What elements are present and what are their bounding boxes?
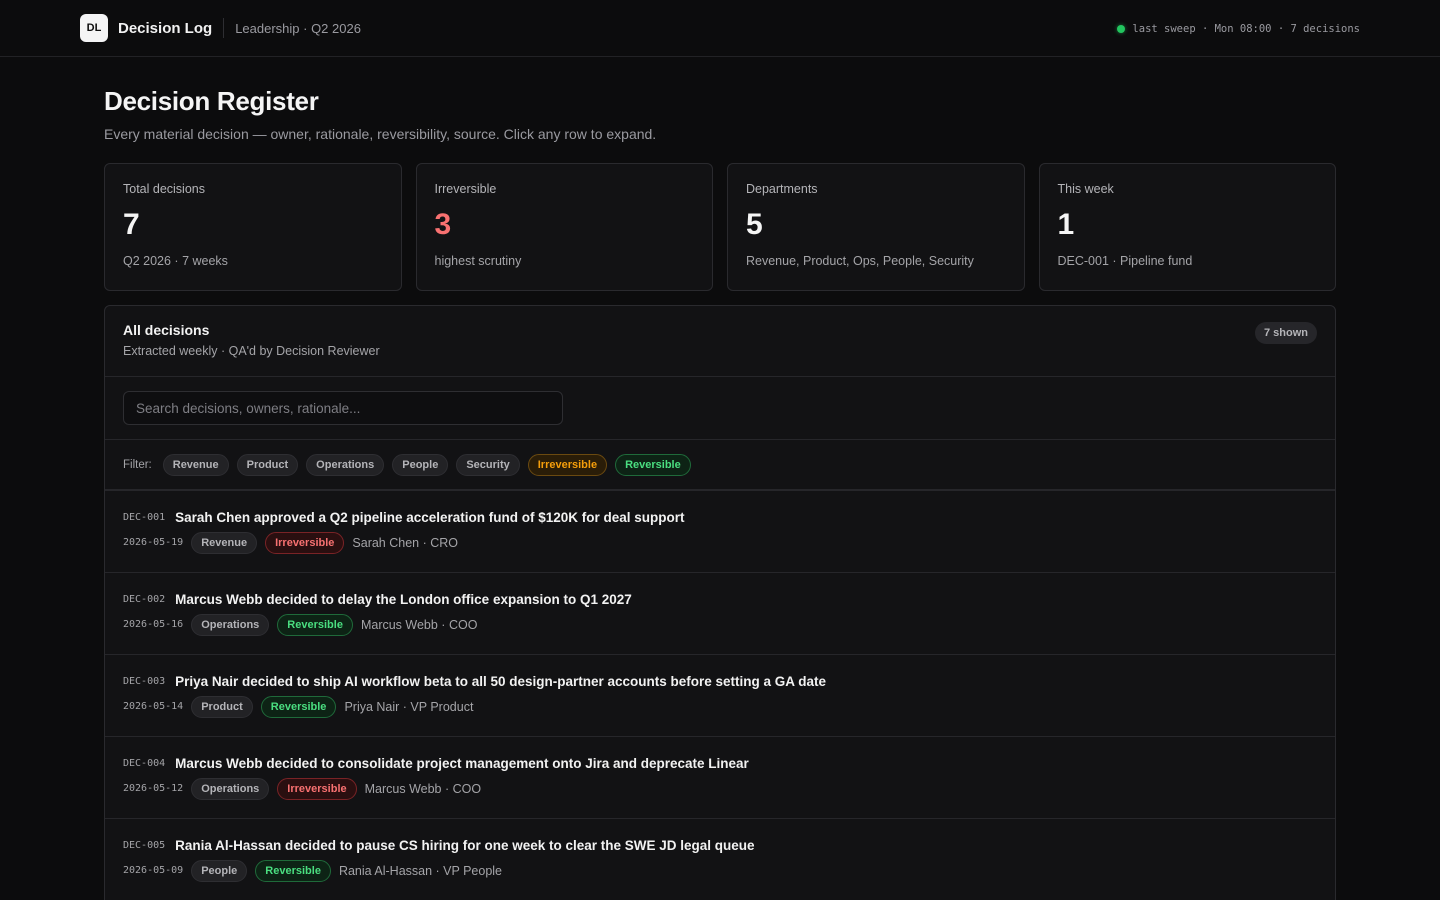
app-logo[interactable]: DL (80, 14, 108, 42)
decision-row[interactable]: DEC-002 Marcus Webb decided to delay the… (105, 573, 1335, 655)
decision-title: Marcus Webb decided to delay the London … (175, 591, 632, 607)
decision-owner: Priya Nair · VP Product (344, 699, 474, 714)
panel-header: All decisions Extracted weekly · QA'd by… (105, 306, 1335, 377)
reversibility-tag: Reversible (277, 613, 353, 636)
stat-label: Total decisions (123, 182, 205, 196)
decision-id: DEC-005 (123, 839, 166, 851)
stat-card-irreversible: Irreversible 3 highest scrutiny (415, 163, 713, 291)
decision-row[interactable]: DEC-001 Sarah Chen approved a Q2 pipelin… (105, 491, 1335, 573)
decision-title: Rania Al-Hassan decided to pause CS hiri… (175, 837, 755, 853)
app-title[interactable]: Decision Log (118, 20, 212, 37)
header-divider (223, 18, 225, 38)
stat-subtext: Revenue, Product, Ops, People, Security (746, 254, 974, 268)
decision-row[interactable]: DEC-004 Marcus Webb decided to consolida… (105, 737, 1335, 819)
stat-value: 5 (746, 208, 763, 241)
stat-value: 1 (1057, 208, 1075, 241)
stat-label: Irreversible (434, 182, 497, 196)
top-bar: DL Decision Log Leadership · Q2 2026 las… (0, 0, 1440, 57)
search-input[interactable] (123, 391, 563, 425)
decision-row[interactable]: DEC-003 Priya Nair decided to ship AI wo… (105, 655, 1335, 737)
department-tag: People (191, 859, 248, 882)
filter-chip-reversible[interactable]: Reversible (615, 453, 691, 476)
reversibility-tag: Reversible (255, 859, 331, 882)
reversibility-tag: Irreversible (277, 777, 357, 800)
decision-title: Priya Nair decided to ship AI workflow b… (175, 673, 827, 689)
decisions-panel: All decisions Extracted weekly · QA'd by… (104, 305, 1336, 900)
filter-chip-product[interactable]: Product (236, 453, 299, 476)
stat-label: Departments (746, 182, 818, 196)
sweep-status: last sweep · Mon 08:00 · 7 decisions (1117, 0, 1360, 57)
page-title: Decision Register (104, 86, 319, 116)
reversibility-tag: Irreversible (265, 531, 345, 554)
decision-id: DEC-001 (123, 511, 166, 523)
status-dot-icon (1117, 24, 1126, 33)
decision-title: Marcus Webb decided to consolidate proje… (175, 755, 749, 771)
filter-chip-revenue[interactable]: Revenue (162, 453, 229, 476)
stat-subtext: highest scrutiny (434, 254, 522, 268)
department-tag: Revenue (191, 531, 258, 554)
stat-card-total: Total decisions 7 Q2 2026 · 7 weeks (104, 163, 402, 291)
decision-title: Sarah Chen approved a Q2 pipeline accele… (175, 509, 685, 525)
decision-id: DEC-002 (123, 593, 166, 605)
decision-date: 2026-05-09 (123, 865, 184, 876)
stats-row: Total decisions 7 Q2 2026 · 7 weeks Irre… (104, 163, 1336, 291)
panel-title: All decisions (123, 322, 210, 338)
stat-value: 7 (123, 208, 140, 241)
department-tag: Operations (191, 777, 270, 800)
decision-date: 2026-05-16 (123, 619, 184, 630)
decision-date: 2026-05-12 (123, 783, 184, 794)
filter-chip-people[interactable]: People (392, 453, 449, 476)
search-row (105, 377, 1335, 440)
page-subtitle: Every material decision — owner, rationa… (104, 126, 657, 142)
stat-subtext: Q2 2026 · 7 weeks (123, 254, 228, 268)
filter-chip-security[interactable]: Security (456, 453, 520, 476)
breadcrumb: Leadership · Q2 2026 (235, 20, 361, 36)
stat-card-this-week: This week 1 DEC-001 · Pipeline fund (1038, 163, 1336, 291)
stat-card-departments: Departments 5 Revenue, Product, Ops, Peo… (727, 163, 1025, 291)
decision-id: DEC-004 (123, 757, 166, 769)
decision-date: 2026-05-19 (123, 537, 184, 548)
decision-owner: Marcus Webb · COO (360, 617, 478, 632)
decision-date: 2026-05-14 (123, 701, 184, 712)
count-badge: 7 shown (1254, 322, 1317, 344)
department-tag: Operations (191, 613, 270, 636)
filter-chip-irreversible[interactable]: Irreversible (527, 453, 608, 476)
reversibility-tag: Reversible (260, 695, 337, 718)
filter-chip-operations[interactable]: Operations (306, 453, 385, 476)
decision-owner: Sarah Chen · CRO (352, 535, 459, 550)
decision-owner: Rania Al-Hassan · VP People (338, 863, 503, 878)
main-content: Decision Register Every material decisio… (0, 86, 1440, 900)
stat-label: This week (1057, 182, 1114, 196)
filter-label: Filter: (123, 458, 152, 471)
stat-value: 3 (434, 208, 452, 241)
panel-subtitle: Extracted weekly · QA'd by Decision Revi… (123, 344, 380, 358)
stat-subtext: DEC-001 · Pipeline fund (1057, 254, 1193, 268)
sweep-status-text: last sweep · Mon 08:00 · 7 decisions (1132, 22, 1360, 35)
department-tag: Product (191, 695, 253, 718)
filter-row: Filter: Revenue Product Operations Peopl… (105, 440, 1335, 491)
decision-row[interactable]: DEC-005 Rania Al-Hassan decided to pause… (105, 819, 1335, 900)
decision-owner: Marcus Webb · COO (364, 781, 482, 796)
decision-id: DEC-003 (123, 675, 166, 687)
